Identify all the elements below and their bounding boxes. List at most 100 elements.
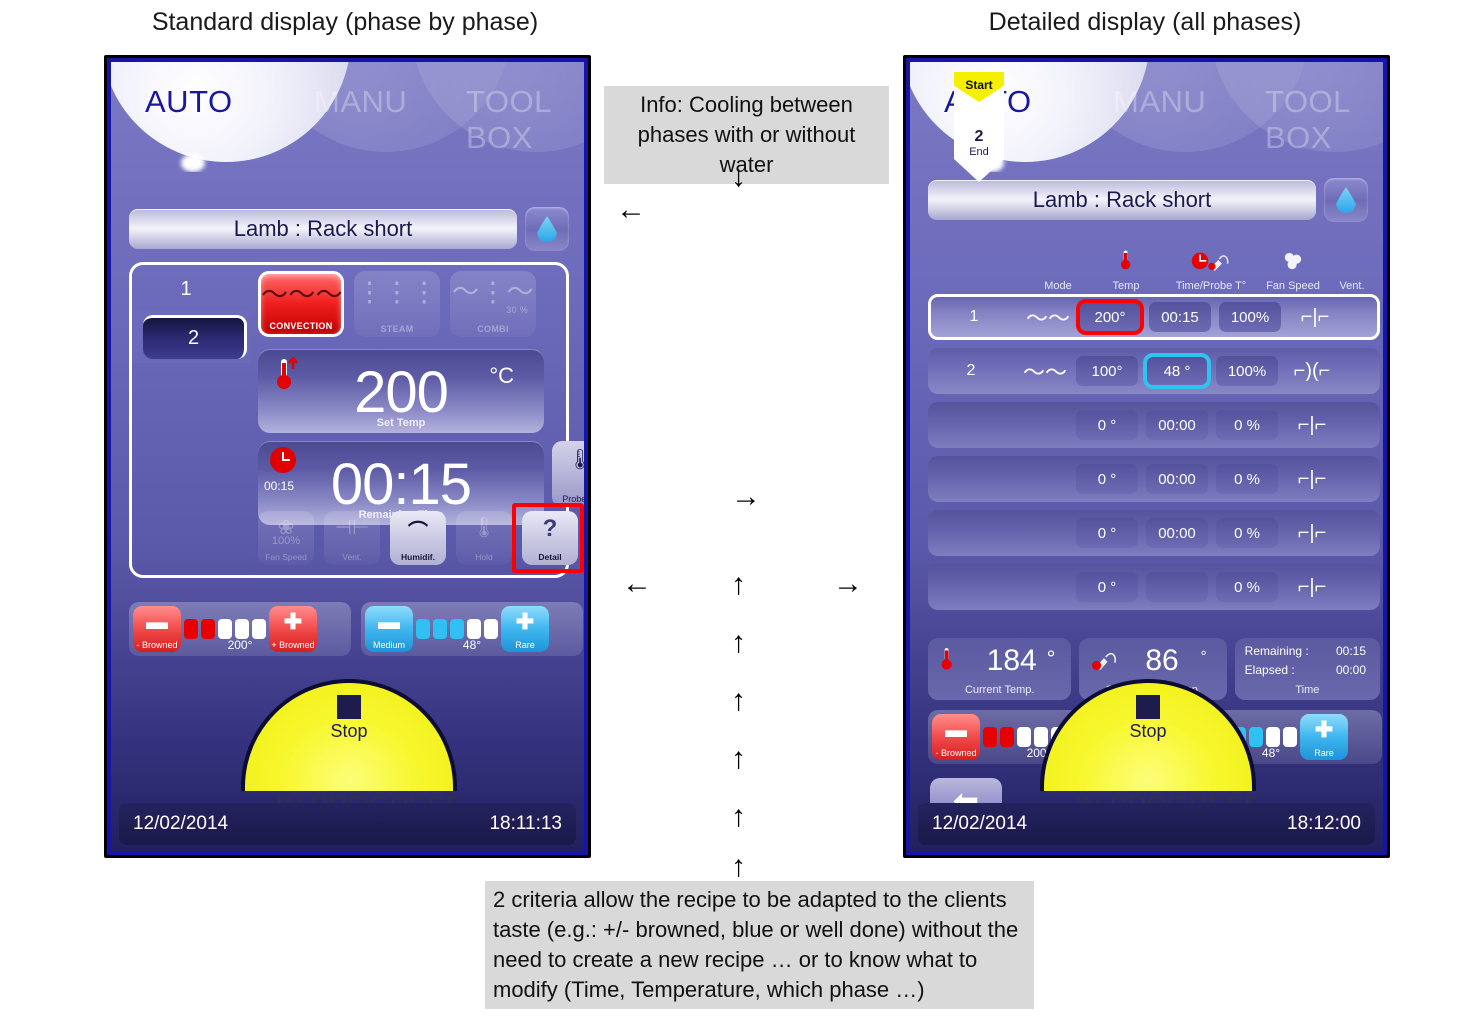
browned-pip-3[interactable] (218, 619, 232, 639)
phase-row-2[interactable]: 2 〜〜 100° 48 ° 100% ⌐)(⌐ (928, 348, 1380, 394)
remaining-time-value: 00:15 (1335, 644, 1366, 658)
steam-icon: ⋮⋮⋮ (356, 277, 438, 307)
phase-row-2-time[interactable]: 48 ° (1143, 353, 1211, 389)
browned-pip-4[interactable] (1034, 727, 1048, 747)
vent-closed-icon[interactable]: ⌐|⌐ (1286, 468, 1338, 491)
footer-bar-right: 12/02/2014 18:12:00 (918, 803, 1375, 845)
footer-bar-left: 12/02/2014 18:11:13 (119, 803, 576, 845)
arrow-up-5: ↑ (731, 800, 746, 833)
option-humidifier[interactable]: ⌒ Humidif. (390, 511, 446, 565)
doneness-pip-5[interactable] (1283, 727, 1297, 747)
combi-icon: 〜⋮〜 (452, 277, 534, 307)
mode-button-convection[interactable]: 〜〜〜 CONVECTION (258, 271, 344, 337)
water-droplet-icon[interactable] (525, 207, 569, 251)
probe-icon: 🌡 (552, 447, 584, 472)
water-droplet-icon[interactable] (1324, 178, 1368, 222)
phase-row-5[interactable]: 0 ° 00:00 0 % ⌐|⌐ (928, 510, 1380, 556)
recipe-row-detailed: Lamb : Rack short (928, 178, 1368, 222)
vent-closed-icon[interactable]: ⌐|⌐ (1286, 414, 1338, 437)
phase-row-5-temp[interactable]: 0 ° (1076, 518, 1138, 548)
doneness-pip-4[interactable] (1266, 727, 1280, 747)
browned-pip-3[interactable] (1017, 727, 1031, 747)
phase-row-1-time[interactable]: 00:15 (1149, 302, 1211, 332)
tab-toolbox[interactable]: TOOL BOX (1265, 84, 1383, 156)
phase-row-1-temp[interactable]: 200° (1076, 299, 1144, 335)
phase-row-3-time[interactable]: 00:00 (1146, 410, 1208, 440)
phase-row-5-time[interactable]: 00:00 (1146, 518, 1208, 548)
phase-row-1-fan[interactable]: 100% (1219, 302, 1281, 332)
mode-button-steam[interactable]: ⋮⋮⋮ STEAM (354, 271, 440, 337)
convection-icon: 〜〜 (1022, 360, 1067, 385)
arrow-right-to-detailed: → (833, 567, 863, 600)
arrow-right-middle: → (731, 480, 761, 513)
arrow-up-3: ↑ (731, 684, 746, 717)
recipe-name[interactable]: Lamb : Rack short (129, 209, 517, 249)
current-temp-card: 184 ° Current Temp. (928, 638, 1072, 700)
option-vent[interactable]: ⊣⊢ Vent. (324, 511, 380, 565)
phase-tab-2[interactable]: 2 (143, 315, 247, 359)
option-hold[interactable]: 🌡 Hold (456, 511, 512, 565)
phase-row-6[interactable]: 0 ° 0 % ⌐|⌐ (928, 564, 1380, 610)
recipe-name[interactable]: Lamb : Rack short (928, 180, 1316, 220)
browned-minus-button[interactable]: ▬ - Browned (932, 714, 980, 760)
footer-date: 12/02/2014 (932, 813, 1028, 834)
note-cooling-between-phases: Info: Cooling between phases with or wit… (604, 86, 889, 184)
phase-row-6-temp[interactable]: 0 ° (1076, 572, 1138, 602)
phase-row-4-time[interactable]: 00:00 (1146, 464, 1208, 494)
phase-row-4[interactable]: 0 ° 00:00 0 % ⌐|⌐ (928, 456, 1380, 502)
browned-minus-button[interactable]: ▬ - Browned (133, 606, 181, 652)
vent-closed-icon[interactable]: ⌐|⌐ (1289, 306, 1341, 329)
doneness-pip-2[interactable] (433, 619, 447, 639)
phase-row-4-temp[interactable]: 0 ° (1076, 464, 1138, 494)
phase-row-1[interactable]: 1 〜〜 200° 00:15 100% ⌐|⌐ (928, 294, 1380, 340)
droplet-shape (1336, 187, 1356, 213)
stop-square-icon (337, 695, 361, 719)
doneness-pip-3[interactable] (1249, 727, 1263, 747)
doneness-pip-5[interactable] (484, 619, 498, 639)
arrow-up-2: ↑ (731, 626, 746, 659)
time-info-card: Remaining : 00:15 Elapsed : 00:00 Time (1234, 638, 1380, 700)
phase-row-2-temp[interactable]: 100° (1076, 356, 1138, 386)
phase-row-3-temp[interactable]: 0 ° (1076, 410, 1138, 440)
phase-row-3-fan[interactable]: 0 % (1216, 410, 1278, 440)
phase-row-5-fan[interactable]: 0 % (1216, 518, 1278, 548)
phase-row-6-fan[interactable]: 0 % (1216, 572, 1278, 602)
start-flag: Start (954, 72, 1004, 102)
phase-tab-1[interactable]: 1 (132, 265, 240, 313)
browned-pip-1[interactable] (184, 619, 198, 639)
doneness-pip-3[interactable] (450, 619, 464, 639)
option-label-humidifier: Humidif. (401, 552, 435, 562)
remaining-time-value: 00:15 (330, 452, 472, 517)
tab-manu[interactable]: MANU (1113, 84, 1206, 120)
browned-pip-2[interactable] (1000, 727, 1014, 747)
caption-detailed-display: Detailed display (all phases) (988, 8, 1302, 36)
stop-label: Stop (1129, 721, 1167, 741)
vent-closed-icon[interactable]: ⌐|⌐ (1286, 576, 1338, 599)
phase-row-2-fan[interactable]: 100% (1216, 356, 1278, 386)
phase-flag-number: 2 (974, 128, 984, 145)
option-fan-speed[interactable]: ❀ 100% Fan Speed (258, 511, 314, 565)
doneness-pip-1[interactable] (416, 619, 430, 639)
browned-pip-1[interactable] (983, 727, 997, 747)
mode-button-combi[interactable]: 〜⋮〜 30 % COMBI (450, 271, 536, 337)
vent-open-icon[interactable]: ⌐)(⌐ (1286, 360, 1338, 383)
stop-button[interactable]: Stop (241, 679, 457, 791)
arrow-left-top: ← (616, 193, 646, 226)
tab-auto[interactable]: AUTO (145, 84, 233, 120)
vent-closed-icon[interactable]: ⌐|⌐ (1286, 522, 1338, 545)
phase-row-3[interactable]: 0 ° 00:00 0 % ⌐|⌐ (928, 402, 1380, 448)
probe-temp-button[interactable]: 🌡 Probe T° (552, 441, 584, 507)
phase-row-4-fan[interactable]: 0 % (1216, 464, 1278, 494)
footer-time: 18:12:00 (1287, 813, 1361, 834)
tab-toolbox[interactable]: TOOL BOX (466, 84, 584, 156)
browned-pip-4[interactable] (235, 619, 249, 639)
convection-icon: 〜〜〜 (261, 280, 343, 310)
phase-row-6-time[interactable] (1146, 572, 1208, 602)
browned-pip-2[interactable] (201, 619, 215, 639)
convection-icon: 〜〜 (1025, 306, 1070, 331)
set-temp-card[interactable]: 200 °C Set Temp (258, 349, 544, 433)
browned-pip-5[interactable] (252, 619, 266, 639)
doneness-pip-4[interactable] (467, 619, 481, 639)
doneness-minus-button[interactable]: ▬ Medium (365, 606, 413, 652)
tab-manu[interactable]: MANU (314, 84, 407, 120)
